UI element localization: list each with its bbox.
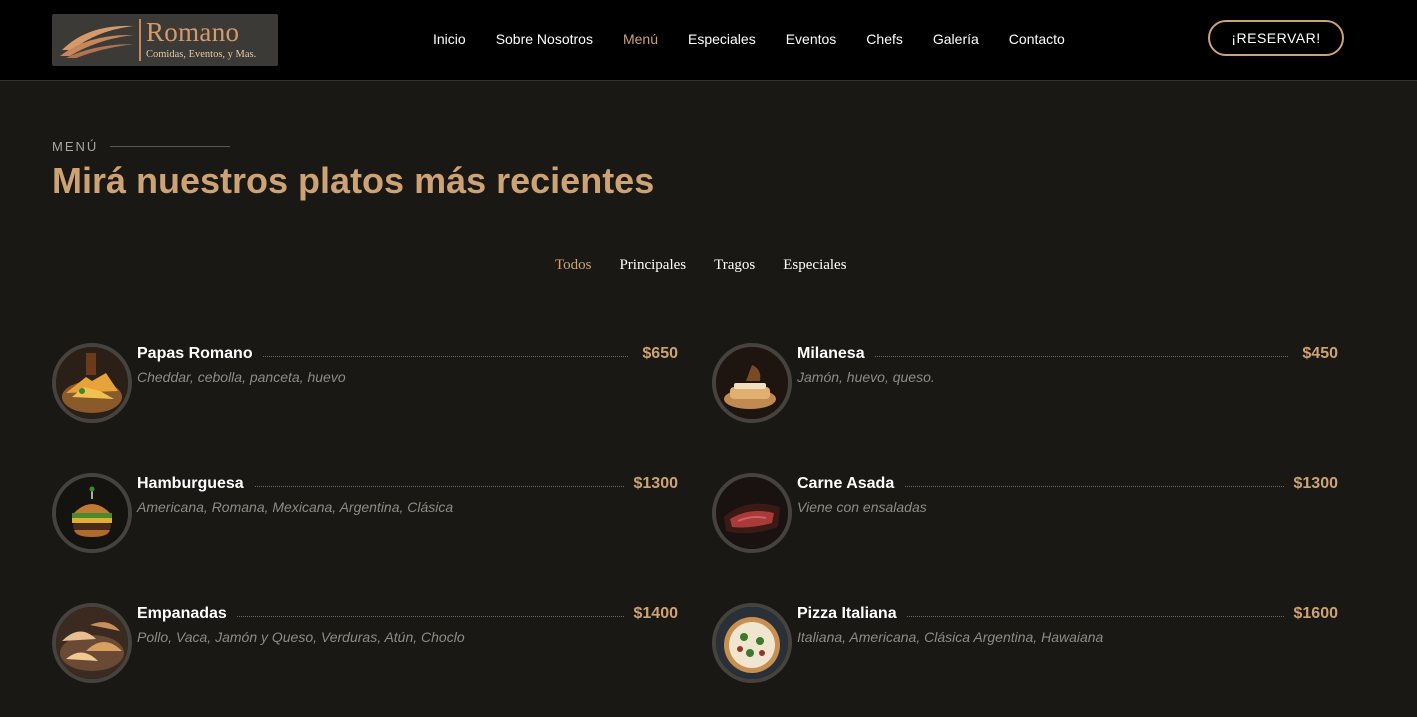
fries-photo <box>52 343 132 423</box>
burger-photo <box>52 473 132 553</box>
brand-logo[interactable]: Romano Comidas, Eventos, y Mas. <box>52 14 278 66</box>
filter-especiales[interactable]: Especiales <box>783 257 846 274</box>
section-title: Mirá nuestros platos más recientes <box>52 160 655 201</box>
menu-item[interactable]: Empanadas $1400 Pollo, Vaca, Jamón y Que… <box>52 603 678 685</box>
menu-item[interactable]: Milanesa $450 Jamón, huevo, queso. <box>712 343 1338 425</box>
menu-filters: Todos Principales Tragos Especiales <box>555 257 875 274</box>
nav-galeria[interactable]: Galería <box>933 31 979 51</box>
item-price: $1400 <box>623 605 678 623</box>
menu-item[interactable]: Carne Asada $1300 Viene con ensaladas <box>712 473 1338 555</box>
item-name: Milanesa <box>797 345 875 363</box>
section-kicker: MENÚ <box>52 139 99 154</box>
brand-name: Romano <box>146 17 240 47</box>
item-name: Hamburguesa <box>137 475 254 493</box>
filter-todos[interactable]: Todos <box>555 257 591 274</box>
empanadas-photo <box>52 603 132 683</box>
nav-contacto[interactable]: Contacto <box>1009 31 1065 51</box>
item-price: $650 <box>632 345 678 363</box>
nav-especiales[interactable]: Especiales <box>688 31 756 51</box>
item-name: Papas Romano <box>137 345 263 363</box>
item-price: $1300 <box>623 475 678 493</box>
item-price: $450 <box>1292 345 1338 363</box>
steak-photo <box>712 473 792 553</box>
reserve-button[interactable]: ¡RESERVAR! <box>1208 20 1344 56</box>
pizza-photo <box>712 603 792 683</box>
brand-tagline: Comidas, Eventos, y Mas. <box>146 49 257 60</box>
kicker-divider <box>110 146 230 147</box>
item-description: Cheddar, cebolla, panceta, huevo <box>137 369 346 385</box>
filter-principales[interactable]: Principales <box>619 257 686 274</box>
wing-logo-icon <box>60 25 134 58</box>
nav-chefs[interactable]: Chefs <box>866 31 903 51</box>
menu-item[interactable]: Papas Romano $650 Cheddar, cebolla, panc… <box>52 343 678 425</box>
nav-sobre-nosotros[interactable]: Sobre Nosotros <box>496 31 593 51</box>
nav-eventos[interactable]: Eventos <box>786 31 837 51</box>
menu-item[interactable]: Hamburguesa $1300 Americana, Romana, Mex… <box>52 473 678 555</box>
nav-inicio[interactable]: Inicio <box>433 31 466 51</box>
item-name: Empanadas <box>137 605 237 623</box>
item-description: Jamón, huevo, queso. <box>797 369 935 385</box>
milanesa-photo <box>712 343 792 423</box>
filter-tragos[interactable]: Tragos <box>714 257 755 274</box>
item-description: Italiana, Americana, Clásica Argentina, … <box>797 629 1104 645</box>
item-description: Americana, Romana, Mexicana, Argentina, … <box>137 499 454 515</box>
menu-item[interactable]: Pizza Italiana $1600 Italiana, Americana… <box>712 603 1338 685</box>
main-nav: Inicio Sobre Nosotros Menú Especiales Ev… <box>433 31 1095 51</box>
item-description: Viene con ensaladas <box>797 499 927 515</box>
leader-dots <box>802 356 1288 357</box>
nav-menu[interactable]: Menú <box>623 31 658 51</box>
item-description: Pollo, Vaca, Jamón y Queso, Verduras, At… <box>137 629 465 645</box>
item-name: Pizza Italiana <box>797 605 907 623</box>
logo-divider <box>139 19 141 61</box>
item-price: $1300 <box>1283 475 1338 493</box>
item-price: $1600 <box>1283 605 1338 623</box>
site-header: Romano Comidas, Eventos, y Mas. Inicio S… <box>0 0 1417 81</box>
item-name: Carne Asada <box>797 475 905 493</box>
